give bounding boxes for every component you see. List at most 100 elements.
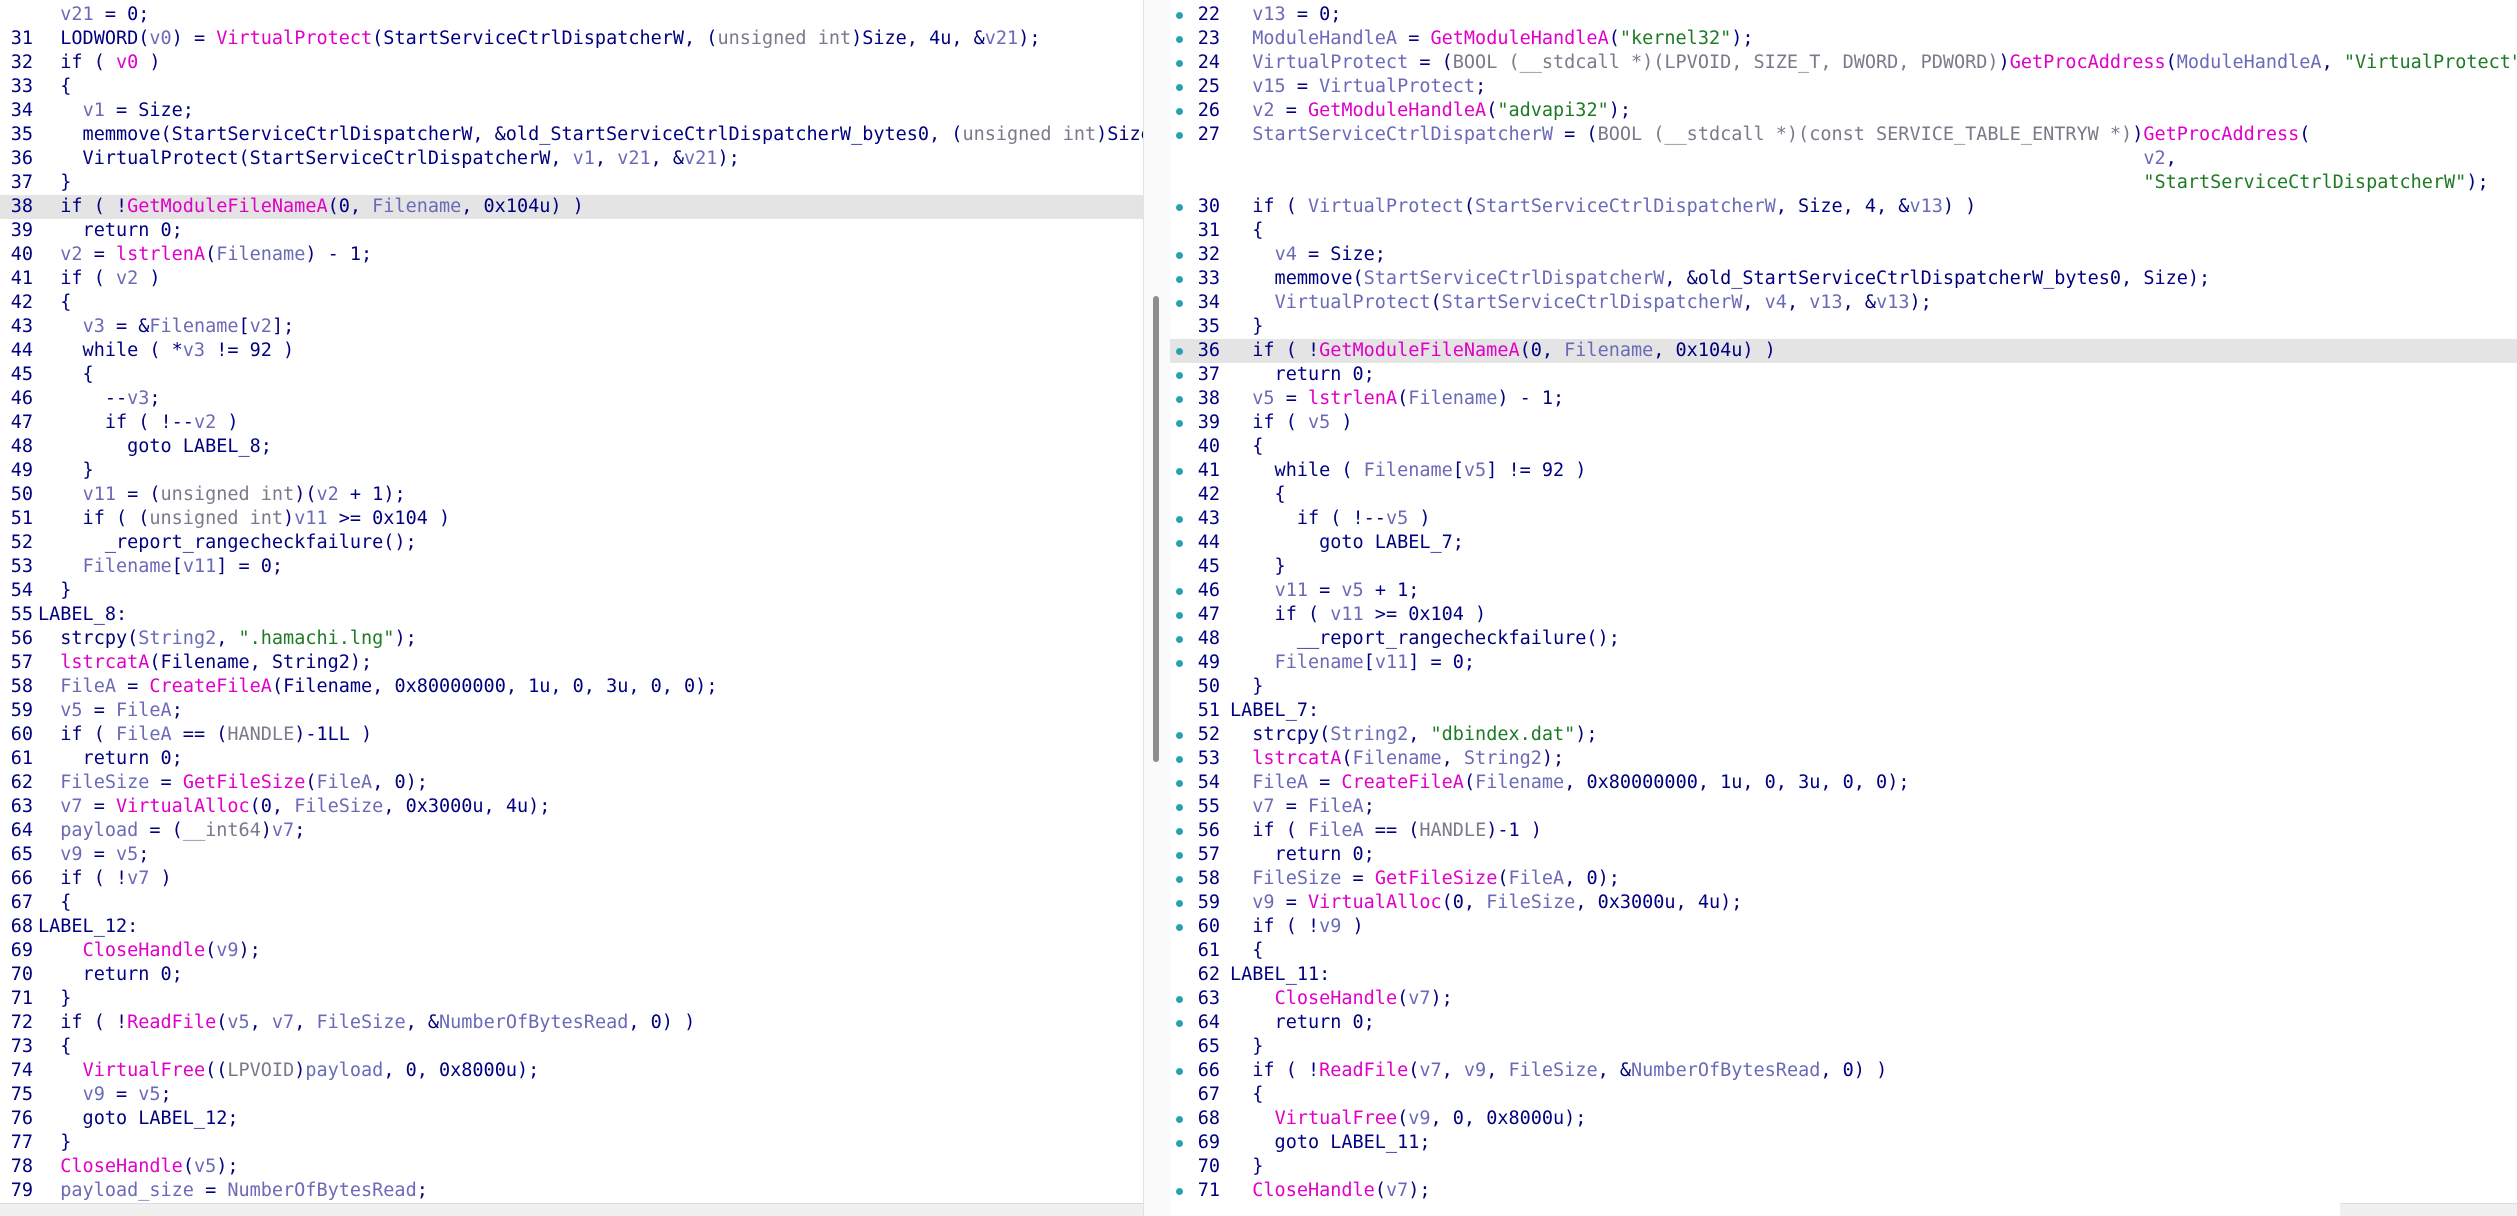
code-token-var[interactable]: FileA <box>1308 796 1364 817</box>
code-token-var[interactable]: FileSize <box>1508 1060 1597 1081</box>
code-line[interactable]: 63 v7 = VirtualAlloc(0, FileSize, 0x3000… <box>0 795 1143 819</box>
code-line[interactable]: 46 v11 = v5 + 1; <box>1170 579 2517 603</box>
code-line[interactable]: 64 return 0; <box>1170 1011 2517 1035</box>
code-line[interactable]: 54 } <box>0 579 1143 603</box>
code-line[interactable]: 58 FileA = CreateFileA(Filename, 0x80000… <box>0 675 1143 699</box>
code-token-var[interactable]: v9 <box>1319 916 1341 937</box>
code-token-var[interactable]: NumberOfBytesRead <box>227 1180 416 1201</box>
breakpoint-dot-icon[interactable] <box>1176 132 1183 139</box>
code-line[interactable]: 36 VirtualProtect(StartServiceCtrlDispat… <box>0 147 1143 171</box>
code-line[interactable]: 69 goto LABEL_11; <box>1170 1131 2517 1155</box>
code-token-api[interactable]: VirtualFree <box>1275 1108 1398 1129</box>
breakpoint-dot-icon[interactable] <box>1176 468 1183 475</box>
code-line[interactable]: v21 = 0; <box>0 3 1143 27</box>
code-line[interactable]: 70 } <box>1170 1155 2517 1179</box>
code-line[interactable]: 46 --v3; <box>0 387 1143 411</box>
code-token-api[interactable]: VirtualAlloc <box>116 796 250 817</box>
code-line[interactable]: 65 } <box>1170 1035 2517 1059</box>
breakpoint-dot-icon[interactable] <box>1176 420 1183 427</box>
code-token-var[interactable]: v7 <box>272 1012 294 1033</box>
code-line[interactable]: 35 } <box>1170 315 2517 339</box>
breakpoint-dot-icon[interactable] <box>1176 204 1183 211</box>
code-line[interactable]: 55 v7 = FileA; <box>1170 795 2517 819</box>
code-line[interactable]: 34 v1 = Size; <box>0 99 1143 123</box>
code-line[interactable]: 45 { <box>0 363 1143 387</box>
code-token-var[interactable]: v0 <box>149 28 171 49</box>
code-line[interactable]: 56 strcpy(String2, ".hamachi.lng"); <box>0 627 1143 651</box>
code-token-var[interactable]: v11 <box>183 556 216 577</box>
code-line[interactable]: 60 if ( FileA == (HANDLE)-1LL ) <box>0 723 1143 747</box>
code-line[interactable]: 65 v9 = v5; <box>0 843 1143 867</box>
breakpoint-dot-icon[interactable] <box>1176 900 1183 907</box>
code-token-var[interactable]: Filename <box>1475 772 1564 793</box>
code-token-var[interactable]: VirtualProtect <box>1275 292 1431 313</box>
code-token-var[interactable]: v7 <box>1419 1060 1441 1081</box>
code-line[interactable]: 48 __report_rangecheckfailure(); <box>1170 627 2517 651</box>
code-line[interactable]: 51 if ( (unsigned int)v11 >= 0x104 ) <box>0 507 1143 531</box>
code-line[interactable]: 68 LABEL_12: <box>0 915 1143 939</box>
code-token-var[interactable]: Filename <box>372 196 461 217</box>
breakpoint-dot-icon[interactable] <box>1176 852 1183 859</box>
code-line[interactable]: 51 LABEL_7: <box>1170 699 2517 723</box>
code-token-var[interactable]: FileA <box>1308 820 1364 841</box>
code-token-var[interactable]: v3 <box>127 388 149 409</box>
code-token-var[interactable]: StartServiceCtrlDispatcherW <box>1252 124 1553 145</box>
code-line[interactable]: 30 if ( VirtualProtect(StartServiceCtrlD… <box>1170 195 2517 219</box>
code-token-var[interactable]: Filename <box>1564 340 1653 361</box>
code-token-api[interactable]: CloseHandle <box>1275 988 1398 1009</box>
code-token-var[interactable]: payload <box>60 820 138 841</box>
code-token-var[interactable]: v5 <box>1252 388 1274 409</box>
code-token-var[interactable]: Filename <box>83 556 172 577</box>
code-token-var[interactable]: v7 <box>60 796 82 817</box>
code-token-api[interactable]: VirtualFree <box>83 1060 206 1081</box>
code-line[interactable]: 53 Filename[v11] = 0; <box>0 555 1143 579</box>
code-line[interactable]: 36 if ( !GetModuleFileNameA(0, Filename,… <box>1170 339 2517 363</box>
code-token-var[interactable]: v5 <box>194 1156 216 1177</box>
left-horizontal-scrollbar[interactable] <box>0 1203 1143 1216</box>
code-line[interactable]: 61 { <box>1170 939 2517 963</box>
breakpoint-dot-icon[interactable] <box>1176 540 1183 547</box>
code-token-var[interactable]: v13 <box>1909 196 1942 217</box>
code-token-var[interactable]: String2 <box>138 628 216 649</box>
code-line[interactable]: 39 if ( v5 ) <box>1170 411 2517 435</box>
code-line[interactable]: 32 if ( v0 ) <box>0 51 1143 75</box>
code-line[interactable]: 53 lstrcatA(Filename, String2); <box>1170 747 2517 771</box>
code-line[interactable]: 50 v11 = (unsigned int)(v2 + 1); <box>0 483 1143 507</box>
breakpoint-dot-icon[interactable] <box>1176 1068 1183 1075</box>
code-line[interactable]: 40 { <box>1170 435 2517 459</box>
code-token-var[interactable]: v9 <box>60 844 82 865</box>
code-line[interactable]: 32 v4 = Size; <box>1170 243 2517 267</box>
code-token-var[interactable]: v2 <box>250 316 272 337</box>
code-token-var[interactable]: v21 <box>684 148 717 169</box>
code-line[interactable]: 42 { <box>0 291 1143 315</box>
code-token-var[interactable]: ModuleHandleA <box>2177 52 2322 73</box>
breakpoint-dot-icon[interactable] <box>1176 300 1183 307</box>
code-line[interactable]: 62 FileSize = GetFileSize(FileA, 0); <box>0 771 1143 795</box>
breakpoint-dot-icon[interactable] <box>1176 12 1183 19</box>
right-horizontal-scrollbar[interactable] <box>2340 1203 2517 1216</box>
code-line[interactable]: 59 v5 = FileA; <box>0 699 1143 723</box>
code-token-api[interactable]: ReadFile <box>1319 1060 1408 1081</box>
code-line[interactable]: 47 if ( v11 >= 0x104 ) <box>1170 603 2517 627</box>
code-token-var[interactable]: v11 <box>1275 580 1308 601</box>
code-token-var[interactable]: FileA <box>1252 772 1308 793</box>
code-token-api[interactable]: CreateFileA <box>149 676 272 697</box>
code-token-var[interactable]: v5 <box>60 700 82 721</box>
code-line[interactable]: 31 LODWORD(v0) = VirtualProtect(StartSer… <box>0 27 1143 51</box>
code-line[interactable]: 75 v9 = v5; <box>0 1083 1143 1107</box>
code-line[interactable]: 57 return 0; <box>1170 843 2517 867</box>
code-line[interactable]: 25 v15 = VirtualProtect; <box>1170 75 2517 99</box>
breakpoint-dot-icon[interactable] <box>1176 996 1183 1003</box>
code-token-var[interactable]: v11 <box>1330 604 1363 625</box>
code-line[interactable]: 24 VirtualProtect = (BOOL (__stdcall *)(… <box>1170 51 2517 75</box>
code-line[interactable]: 44 while ( *v3 != 92 ) <box>0 339 1143 363</box>
code-line[interactable]: 67 { <box>0 891 1143 915</box>
code-line[interactable]: 61 return 0; <box>0 747 1143 771</box>
code-line[interactable]: 72 if ( !ReadFile(v5, v7, FileSize, &Num… <box>0 1011 1143 1035</box>
code-token-api[interactable]: GetFileSize <box>1375 868 1498 889</box>
code-token-var[interactable]: String2 <box>1464 748 1542 769</box>
code-token-api[interactable]: CloseHandle <box>83 940 206 961</box>
code-line[interactable]: 49 } <box>0 459 1143 483</box>
breakpoint-dot-icon[interactable] <box>1176 276 1183 283</box>
code-line[interactable]: 74 VirtualFree((LPVOID)payload, 0, 0x800… <box>0 1059 1143 1083</box>
